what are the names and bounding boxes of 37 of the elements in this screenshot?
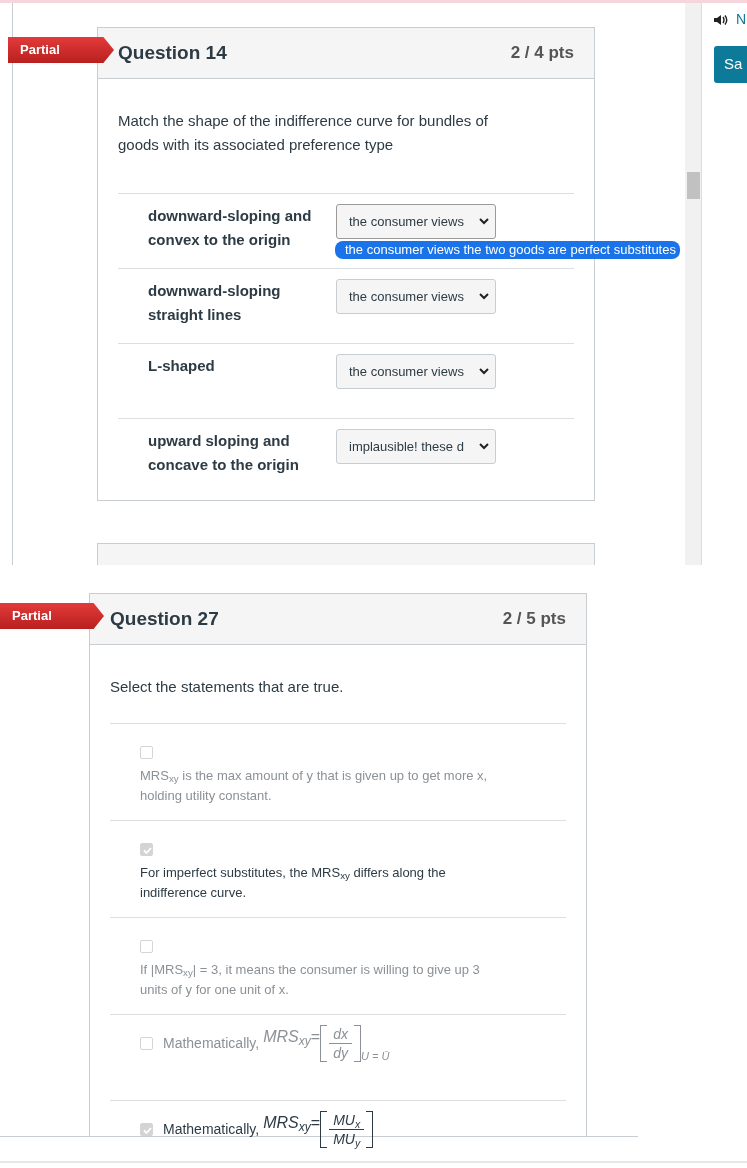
chevron-down-icon <box>479 443 489 450</box>
points-score: 2 / 4 pts <box>510 42 574 65</box>
answer-dropdown[interactable]: implausible! these d <box>336 429 496 464</box>
save-button[interactable]: Sa <box>714 46 747 83</box>
answer-dropdown[interactable]: the consumer views <box>336 279 496 314</box>
checkbox[interactable] <box>140 1123 153 1136</box>
question-prompt: Select the statements that are true. <box>110 677 345 697</box>
checkbox[interactable] <box>140 746 153 760</box>
option-text: MRS$_{xy}$ is the max amount of y that is given up to get more x, holding utility constant. <box>140 767 489 805</box>
match-label: downward-sloping straight lines <box>147 281 282 325</box>
checkbox[interactable] <box>140 843 153 857</box>
option-text: Mathematically, <box>163 1120 260 1139</box>
option-text: Mathematically, <box>163 1034 260 1053</box>
answer-dropdown[interactable]: the consumer views <box>336 204 496 239</box>
math-formula: MRS$_{xy}$= MU$_{x}$ MU$_{y}$ <box>263 1111 374 1148</box>
match-label: L-shaped <box>147 356 216 376</box>
audio-link[interactable]: N <box>736 9 747 30</box>
speaker-icon[interactable] <box>714 13 728 26</box>
partial-ribbon: Partial <box>0 603 104 629</box>
match-label: downward-sloping and convex to the origin <box>147 206 313 250</box>
option-text: If |MRS$_{xy}$| = 3, it means the consumer is willing to give up 3 units of y for one unit of x. <box>140 961 481 999</box>
question-title: Question 14 <box>118 40 227 65</box>
points-score: 2 / 5 pts <box>502 608 566 631</box>
chevron-down-icon <box>479 293 489 300</box>
option-text: For imperfect substitutes, the MRS$_{xy}$ differs along the indifference curve. <box>140 864 447 902</box>
chevron-down-icon <box>479 368 489 375</box>
question-prompt: Match the shape of the indifference curve for bundles of goods with its associated preference type <box>118 111 489 155</box>
highlighted-option[interactable]: the consumer views the two goods are perfect substitutes <box>335 241 680 259</box>
partial-ribbon: Partial <box>8 37 114 63</box>
checkbox[interactable] <box>140 940 153 954</box>
question-title: Question 27 <box>110 606 219 631</box>
checkbox[interactable] <box>140 1037 153 1050</box>
math-formula: MRS$_{xy}$= dx dy U = Ū <box>263 1025 390 1062</box>
answer-dropdown[interactable]: the consumer views <box>336 354 496 389</box>
scrollbar-thumb[interactable] <box>687 172 700 199</box>
chevron-down-icon <box>479 218 489 225</box>
match-label: upward sloping and concave to the origin <box>147 431 300 475</box>
